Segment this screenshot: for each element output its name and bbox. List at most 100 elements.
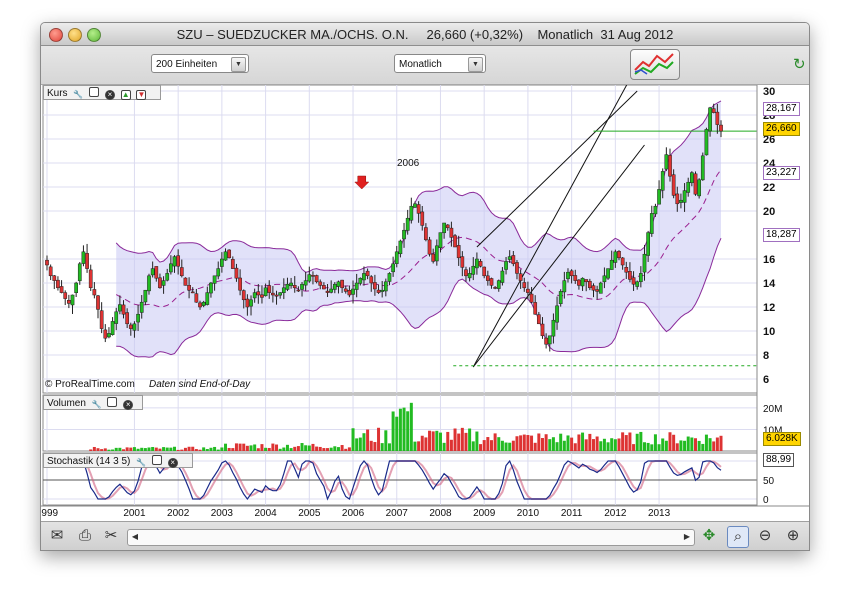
candle-body bbox=[526, 288, 530, 293]
move-up-icon[interactable]: ▲ bbox=[120, 90, 131, 100]
lower-band-label: 18,287 bbox=[763, 228, 800, 242]
chevron-down-icon: ▼ bbox=[468, 57, 483, 72]
volume-bar bbox=[107, 449, 111, 451]
window-icon[interactable] bbox=[151, 455, 162, 465]
candle-body bbox=[147, 275, 151, 292]
period-select[interactable]: 200 Einheiten ▼ bbox=[151, 54, 249, 73]
volume-bar bbox=[395, 416, 399, 451]
candle-body bbox=[125, 312, 130, 325]
candle-body bbox=[52, 275, 57, 281]
move-down-icon[interactable]: ▼ bbox=[136, 90, 147, 100]
candle-body bbox=[343, 288, 348, 292]
wrench-icon[interactable]: 🔧 bbox=[136, 459, 146, 469]
candle-body bbox=[223, 251, 228, 261]
candle-body bbox=[555, 305, 559, 323]
candle-body bbox=[587, 280, 592, 289]
candle-body bbox=[569, 270, 574, 277]
volume-bar bbox=[362, 433, 366, 451]
volume-bar bbox=[384, 430, 388, 451]
window-icon[interactable] bbox=[107, 397, 118, 407]
volume-bar bbox=[194, 449, 198, 451]
volume-bar bbox=[151, 446, 155, 451]
chart-area: 3028262422201614121086199920012002200320… bbox=[41, 85, 809, 521]
candle-body bbox=[179, 267, 184, 277]
price-tick-label: 10 bbox=[763, 326, 775, 338]
price-tick-label: 20 bbox=[763, 206, 775, 218]
candle-body bbox=[260, 294, 264, 298]
candle-body bbox=[216, 268, 221, 277]
mail-icon[interactable]: ✉ bbox=[47, 526, 67, 546]
volume-bar bbox=[409, 402, 413, 451]
candle-body bbox=[690, 172, 694, 184]
volume-bar bbox=[227, 447, 231, 451]
candle-body bbox=[635, 281, 640, 287]
year-tick-label: 1999 bbox=[41, 508, 59, 519]
volume-bar bbox=[162, 447, 166, 451]
candle-body bbox=[584, 279, 589, 283]
interval-select[interactable]: Monatlich ▼ bbox=[394, 54, 486, 73]
candle-body bbox=[391, 263, 395, 273]
candle-body bbox=[114, 311, 119, 324]
scissors-icon[interactable]: ✂ bbox=[101, 526, 121, 546]
candle-body bbox=[278, 292, 283, 296]
stochastic-value-label: 88,99 bbox=[763, 453, 795, 467]
stochastic-panel-title: Stochastik (14 3 5) bbox=[47, 456, 131, 467]
candle-body bbox=[620, 257, 625, 266]
volume-bar bbox=[657, 444, 661, 451]
price-tick-label: 8 bbox=[763, 350, 769, 362]
candle-body bbox=[383, 281, 388, 292]
volume-bar bbox=[690, 437, 694, 451]
year-tick-label: 2011 bbox=[561, 508, 583, 519]
volume-bar bbox=[366, 429, 370, 451]
volume-bar bbox=[165, 447, 169, 451]
volume-bar bbox=[442, 442, 446, 451]
volume-bar bbox=[635, 433, 639, 451]
volume-bar bbox=[267, 447, 271, 451]
scroll-left-button[interactable]: ◀ bbox=[129, 531, 141, 542]
title-bar: SZU – SUEDZUCKER MA./OCHS. O.N. 26,660 (… bbox=[41, 23, 809, 46]
candle-body bbox=[88, 269, 93, 289]
print-icon[interactable]: ⎙ bbox=[75, 526, 95, 546]
refresh-icon[interactable]: ↻ bbox=[793, 54, 809, 78]
close-icon[interactable]: × bbox=[123, 400, 134, 410]
volume-bar bbox=[446, 431, 450, 451]
window-icon[interactable] bbox=[89, 87, 100, 97]
volume-bar bbox=[413, 441, 417, 451]
volume-bar bbox=[187, 446, 191, 451]
volume-bar bbox=[158, 448, 162, 451]
candle-body bbox=[478, 261, 483, 267]
volume-bar bbox=[122, 449, 126, 451]
wrench-icon[interactable]: 🔧 bbox=[73, 91, 83, 101]
candle-body bbox=[566, 271, 570, 280]
price-tick-label: 14 bbox=[763, 278, 776, 290]
volume-bar bbox=[555, 442, 559, 451]
volume-bar bbox=[428, 430, 432, 451]
candle-body bbox=[493, 287, 497, 289]
candle-body bbox=[154, 266, 159, 279]
volume-bar bbox=[293, 446, 297, 451]
volume-bar bbox=[318, 446, 322, 451]
zoom-fit-icon[interactable]: ⌕ bbox=[727, 526, 749, 548]
volume-bar bbox=[562, 440, 566, 451]
period-select-value: 200 Einheiten bbox=[156, 59, 218, 70]
scroll-right-button[interactable]: ▶ bbox=[681, 531, 693, 542]
close-icon[interactable]: × bbox=[104, 90, 115, 100]
volume-bar bbox=[260, 444, 264, 451]
candle-body bbox=[107, 333, 111, 338]
volume-bar bbox=[296, 446, 300, 451]
wrench-icon[interactable]: 🔧 bbox=[92, 401, 102, 411]
candle-body bbox=[292, 285, 297, 289]
volume-bar bbox=[114, 447, 118, 451]
volume-bar bbox=[624, 435, 628, 451]
indicators-button[interactable] bbox=[630, 49, 680, 80]
candle-body bbox=[500, 270, 505, 283]
crosshair-icon[interactable]: ✥ bbox=[699, 526, 719, 546]
zoom-out-icon[interactable]: ⊖ bbox=[755, 526, 775, 546]
volume-bar bbox=[377, 427, 381, 451]
credit-text: © ProRealTime.com bbox=[45, 379, 135, 390]
zoom-in-icon[interactable]: ⊕ bbox=[783, 526, 803, 546]
close-icon[interactable]: × bbox=[167, 458, 178, 468]
volume-bar bbox=[420, 435, 424, 451]
volume-bar bbox=[89, 449, 93, 451]
horizontal-scrollbar[interactable]: ◀ ▶ bbox=[127, 529, 695, 546]
